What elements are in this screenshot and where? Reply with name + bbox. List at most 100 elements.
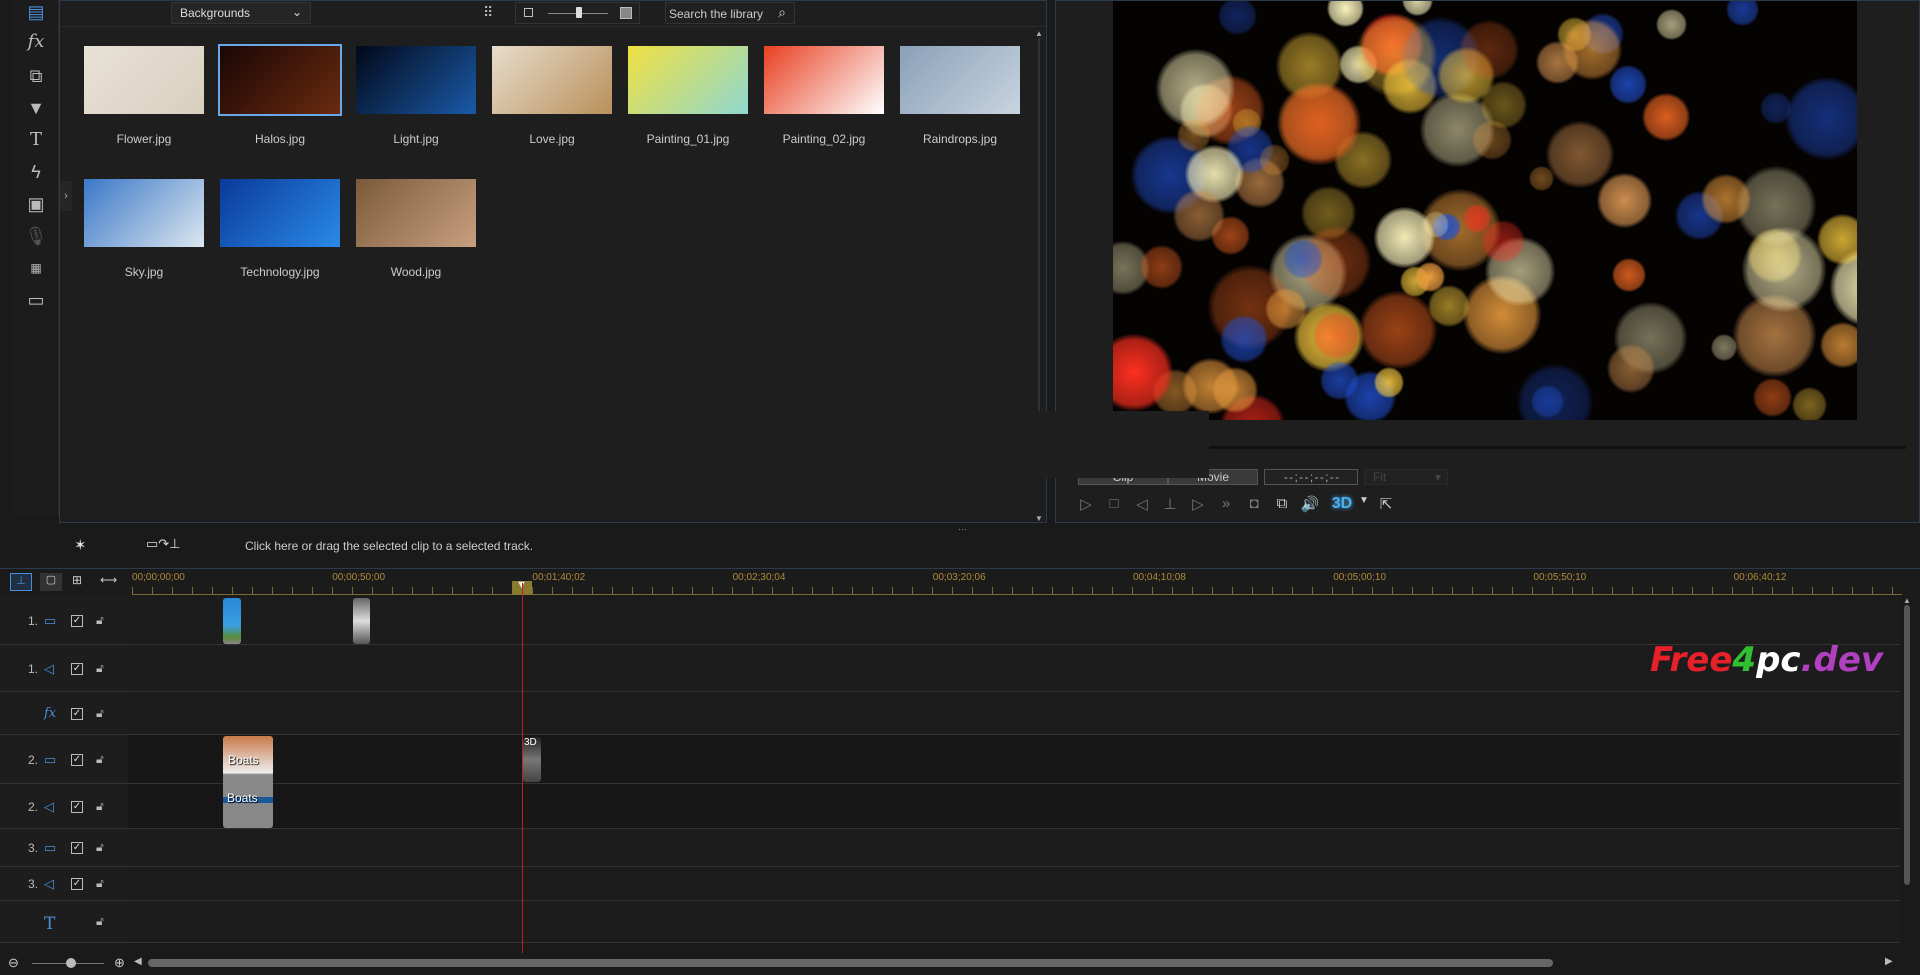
lock-icon[interactable]: 🔓︎ <box>96 613 104 628</box>
zoom-slider-handle[interactable] <box>66 958 76 968</box>
timeline-hint[interactable]: Click here or drag the selected clip to … <box>245 539 533 553</box>
bokeh-light <box>1327 1 1365 28</box>
track-number: 1. <box>28 613 39 628</box>
fit-timeline-icon[interactable]: ⟷ <box>100 573 117 587</box>
pip-room-icon[interactable]: ⧉ <box>24 64 48 88</box>
zoom-in-icon[interactable]: ⊕ <box>114 955 125 971</box>
track-enable-checkbox[interactable]: ✓ <box>71 842 83 854</box>
fit-dropdown[interactable]: Fit ▾ <box>1364 469 1448 485</box>
library-search-input[interactable]: Search the library ⌕ <box>665 2 795 24</box>
bokeh-light <box>1606 344 1656 393</box>
next-frame-icon[interactable]: ▷ <box>1188 495 1208 515</box>
particle-room-icon[interactable]: ▼ <box>24 96 48 120</box>
view-grid-icon[interactable]: ⠿ <box>483 4 493 21</box>
library-thumbnail[interactable] <box>764 46 884 114</box>
small-thumb-icon <box>524 8 533 17</box>
category-value: Backgrounds <box>180 6 251 20</box>
fit-value: Fit <box>1373 470 1387 484</box>
preview-quality-icon[interactable]: ⧉ <box>1272 495 1292 515</box>
volume-icon[interactable]: 🔊 <box>1300 495 1320 515</box>
storyboard-view-icon[interactable]: ▢ <box>40 573 62 591</box>
title-room-icon[interactable]: T <box>24 128 48 152</box>
bokeh-light <box>1283 238 1324 279</box>
lock-icon[interactable]: 🔓︎ <box>96 914 104 929</box>
track-enable-checkbox[interactable]: ✓ <box>71 753 83 766</box>
track-audio[interactable]: 1. ◁ ✓ 🔓︎ <box>0 645 1900 692</box>
play-icon[interactable]: ▷ <box>1076 495 1096 515</box>
boats-clip[interactable]: Boats Boats <box>223 736 273 828</box>
library-thumbnail[interactable] <box>356 46 476 114</box>
track-video[interactable]: 3. ▭ ✓ 🔓︎ <box>0 829 1900 867</box>
chapter-room-icon[interactable]: ▦ <box>24 256 48 280</box>
fast-forward-icon[interactable]: » <box>1216 495 1236 515</box>
video-clip[interactable] <box>223 598 241 644</box>
video-clip[interactable] <box>353 598 370 644</box>
lock-icon[interactable]: 🔓︎ <box>96 876 104 891</box>
audio-mixing-room-icon[interactable]: ▣ <box>24 192 48 216</box>
bokeh-light <box>1172 189 1226 242</box>
video-track-icon: ▭ <box>44 751 57 767</box>
timeline-view-icon[interactable]: ⊥ <box>10 573 32 591</box>
resize-handle[interactable]: ⋯ <box>958 524 967 535</box>
3d-dropdown-icon[interactable]: ▼ <box>1354 495 1374 515</box>
track-enable-checkbox[interactable]: ✓ <box>71 707 83 720</box>
3d-clip[interactable]: 3D <box>523 737 541 782</box>
stop-icon[interactable]: □ <box>1104 495 1124 515</box>
search-icon[interactable]: ⌕ <box>778 4 786 21</box>
track-video[interactable]: 1. ▭ ✓ 🔓︎ <box>0 596 1900 645</box>
transition-room-icon[interactable]: ϟ <box>24 160 48 184</box>
scroll-left-icon[interactable]: ◀ <box>134 956 142 967</box>
library-thumbnail[interactable] <box>492 46 612 114</box>
media-room-icon[interactable]: ▤ <box>24 0 48 24</box>
library-thumbnail[interactable] <box>220 179 340 247</box>
zoom-out-icon[interactable]: ⊖ <box>8 955 19 971</box>
track-manager-icon[interactable]: ⊞ <box>72 573 82 587</box>
track-header: 2. ▭ ✓ 🔓︎ <box>0 735 128 783</box>
track-enable-checkbox[interactable]: ✓ <box>71 800 83 813</box>
track-audio[interactable]: 2. ◁ ✓ 🔓︎ <box>0 784 1900 829</box>
timeline-hscroll-thumb[interactable] <box>148 959 1553 967</box>
library-thumbnail[interactable] <box>218 44 342 116</box>
audio-clip-label: Boats <box>227 791 258 805</box>
timecode-field[interactable]: - - ; - - ; - - ; - - <box>1264 469 1358 485</box>
track-enable-checkbox[interactable]: ✓ <box>71 878 83 890</box>
lock-icon[interactable]: 🔓︎ <box>96 840 104 855</box>
library-thumbnail[interactable] <box>356 179 476 247</box>
microphone-icon[interactable]: 🎙 <box>24 224 48 248</box>
track-audio[interactable]: 3. ◁ ✓ 🔓︎ <box>0 867 1900 901</box>
lock-icon[interactable]: 🔓︎ <box>96 661 104 676</box>
split-icon[interactable]: ⊥ <box>1160 495 1180 515</box>
library-thumbnail[interactable] <box>84 46 204 114</box>
track-number: 1. <box>28 661 39 676</box>
slider-handle[interactable] <box>576 7 582 18</box>
insert-to-track-icon[interactable]: ▭↷⊥ <box>146 536 181 552</box>
timeline-ruler[interactable]: ⊥ ▢ ⊞ ⟷ 00;00;00;00 00;00;50;00 00;01;40;0… <box>0 568 1920 596</box>
lock-icon[interactable]: 🔓︎ <box>96 752 104 767</box>
category-dropdown[interactable]: Backgrounds ⌄ <box>171 2 311 24</box>
fx-room-icon[interactable]: fx <box>24 30 48 54</box>
previous-frame-icon[interactable]: ◁ <box>1132 495 1152 515</box>
track-title[interactable]: T 🔓︎ <box>0 901 1900 943</box>
library-toolbar: Backgrounds ⌄ ⠿ Search the library ⌕ <box>60 1 1046 27</box>
library-thumbnail[interactable] <box>84 179 204 247</box>
track-enable-checkbox[interactable]: ✓ <box>71 614 83 627</box>
track-video[interactable]: 2. ▭ ✓ 🔓︎ <box>0 735 1900 784</box>
library-thumbnail[interactable] <box>900 46 1020 114</box>
undock-preview-icon[interactable]: ⇱ <box>1376 495 1396 515</box>
lock-icon[interactable]: 🔓︎ <box>96 706 104 721</box>
audio-track-icon: ◁ <box>44 798 54 814</box>
bokeh-light <box>1139 245 1184 289</box>
expand-panel-button[interactable]: › <box>60 181 72 211</box>
thumbnail-size-slider[interactable] <box>515 2 640 24</box>
library-thumbnail[interactable] <box>628 46 748 114</box>
timeline-vscroll[interactable]: ▲ <box>1902 596 1912 951</box>
3d-mode-button[interactable]: 3D <box>1328 495 1356 515</box>
scroll-right-icon[interactable]: ▶ <box>1885 956 1893 967</box>
snapshot-icon[interactable]: ◘ <box>1244 495 1264 515</box>
track-fx[interactable]: fx ✓ 🔓︎ <box>0 692 1900 735</box>
track-enable-checkbox[interactable]: ✓ <box>71 662 83 675</box>
subtitle-room-icon[interactable]: ▭ <box>24 288 48 312</box>
track-header: T 🔓︎ <box>0 901 128 942</box>
lock-icon[interactable]: 🔓︎ <box>96 799 104 814</box>
magic-tools-icon[interactable]: ✶ <box>74 536 87 554</box>
